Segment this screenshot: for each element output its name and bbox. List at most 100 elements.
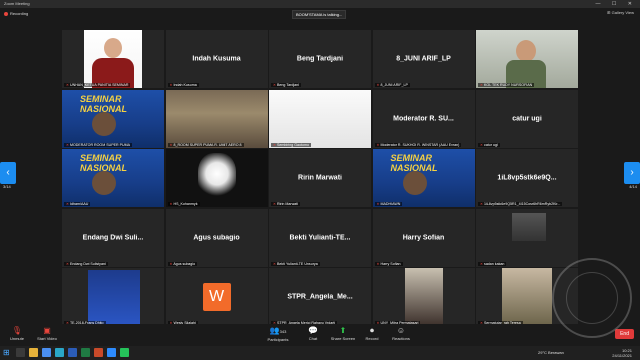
- record-icon: ⏺: [370, 326, 374, 335]
- video-off-icon: ▣: [43, 326, 51, 335]
- mic-muted-icon: ✕: [273, 202, 277, 206]
- edge-icon[interactable]: [55, 348, 64, 357]
- whatsapp-icon[interactable]: [120, 348, 129, 357]
- participant-tile[interactable]: W ✕ Wesly Silalahi: [165, 268, 268, 326]
- gallery-view-button[interactable]: ⊞ Gallery View: [607, 10, 634, 15]
- next-page-button[interactable]: ›: [624, 162, 640, 184]
- participant-display-name: Moderator R. SU...: [393, 115, 454, 122]
- unmute-button[interactable]: 🎙 Unmute: [2, 326, 32, 341]
- mic-muted-icon: ✕: [480, 202, 484, 206]
- participant-name-label: ✕ Indah Kusuma: [167, 83, 199, 87]
- mic-muted-icon: ✕: [376, 83, 380, 87]
- mic-muted-icon: ✕: [169, 202, 173, 206]
- participant-video: [269, 89, 371, 148]
- participant-name-label: ✕ catur ugi: [478, 142, 500, 147]
- participant-name-label: ✕ Endang Dwi Sulistyani: [64, 261, 108, 266]
- participant-tile[interactable]: ✕ sadan kakan: [476, 208, 578, 267]
- participant-tile[interactable]: Bekti Yulianti-TE... ✕ Bekti Yulianti-TE …: [269, 208, 371, 267]
- participant-tile[interactable]: Ririn Marwati ✕ Ririn Marwati: [269, 149, 371, 207]
- seminar-banner-video: SEMINAR NASIONAL: [62, 89, 164, 148]
- participant-name-label: ✕ HS_Kohanmyk: [167, 202, 200, 206]
- seminar-banner-title: SEMINAR NASIONAL: [80, 93, 127, 114]
- participant-grid: ✕ UNHAN_KETUA PANITIA SEMINAR Indah Kusum…: [62, 30, 578, 326]
- participant-tile[interactable]: ✕ UNHAN_KETUA PANITIA SEMINAR: [62, 30, 164, 88]
- participant-display-name: Indah Kusuma: [192, 55, 241, 63]
- record-button[interactable]: ⏺ Record: [357, 326, 387, 341]
- participant-tile[interactable]: ✕ HS_Kohanmyk: [165, 149, 268, 207]
- participant-tile[interactable]: ✕ Sermatutar_rah Teresa: [476, 268, 578, 326]
- windows-start-icon[interactable]: ⊞: [3, 349, 10, 357]
- page-indicator-right: 4/14: [629, 184, 637, 189]
- participant-name-label: ✕ Idham/AAU: [64, 202, 91, 206]
- participant-tile[interactable]: 1iL8vp5stk6e9Q... ✕ 1iL8vp5stk6e9Q5R1_4I1…: [476, 149, 578, 207]
- garuda-emblem-video: [165, 149, 268, 207]
- participant-tile[interactable]: ✕ KOL TEK RUDY NURSOFIAN: [476, 30, 578, 88]
- record-label: Record: [365, 336, 379, 341]
- participant-display-name: catur ugi: [512, 115, 542, 122]
- participant-tile[interactable]: STPR_Angela_Me... ✕ STPR_Angela Merici Ra…: [269, 268, 371, 326]
- reactions-button[interactable]: ☺ Reactions: [386, 326, 416, 341]
- participant-name: sadan kakan: [484, 261, 505, 266]
- participant-tile[interactable]: Moderator R. SU... ✕ Moderator R. SUKHOI …: [372, 89, 475, 148]
- participant-tile[interactable]: ✕ 8_ROOM SUPER PUMA R. UMIT AERO 8: [165, 89, 268, 148]
- participant-name: KOL TEK RUDY NURSOFIAN: [484, 83, 533, 87]
- mic-muted-icon: ✕: [273, 83, 277, 87]
- zoom-icon[interactable]: [107, 348, 116, 357]
- participant-name-label: ✕ UNHAN_KETUA PANITIA SEMINAR: [64, 83, 131, 87]
- participant-video: [512, 212, 546, 241]
- participant-name-label: ✕ Beng Tardjani: [271, 83, 301, 87]
- participant-name: 1iL8vp5stk6e9Q5R1_4I15Cosr6hR6mRyb2Kir..…: [484, 202, 561, 206]
- participant-display-name: 1iL8vp5stk6e9Q...: [497, 174, 557, 182]
- end-meeting-button[interactable]: End: [615, 329, 634, 339]
- participant-video: [502, 268, 552, 326]
- start-video-button[interactable]: ▣ Start Video: [32, 326, 62, 341]
- chevron-right-icon: ›: [630, 167, 634, 178]
- mic-muted-icon: ✕: [273, 261, 277, 266]
- taskbar-apps: [16, 348, 129, 357]
- previous-page-button[interactable]: ‹: [0, 162, 16, 184]
- participant-tile[interactable]: ✕ Sembiring Gaotomo: [269, 89, 371, 148]
- participant-tile[interactable]: 8_JUNI ARIF_LP ✕ 8_JUNI ARIF_LP: [372, 30, 475, 88]
- participant-tile[interactable]: ✕ TE-2018-Frans Dhito: [62, 268, 164, 326]
- participant-name-label: ✕ Agus subagio: [167, 261, 198, 266]
- participant-tile[interactable]: SEMINAR NASIONAL ✕ MADHIAWN: [372, 149, 475, 207]
- participant-tile[interactable]: SEMINAR NASIONAL ✕ MODERATOR ROOM SUPER P…: [62, 89, 164, 148]
- recording-indicator: Recording: [4, 11, 28, 16]
- participant-display-name: Ririn Marwati: [298, 174, 342, 182]
- mic-muted-icon: ✕: [169, 83, 173, 87]
- window-controls[interactable]: — ☐ ✕: [596, 0, 637, 8]
- participant-tile[interactable]: ✕ UNY_Mitra Permatasari: [372, 268, 475, 326]
- participant-tile[interactable]: Beng Tardjani ✕ Beng Tardjani: [269, 30, 371, 88]
- participant-name: Agus subagio: [173, 261, 196, 266]
- mic-muted-icon: ✕: [376, 142, 380, 147]
- participant-video: [404, 268, 443, 326]
- participant-name-label: ✕ MODERATOR ROOM SUPER PUMA: [64, 142, 132, 147]
- powerpoint-icon[interactable]: [94, 348, 103, 357]
- excel-icon[interactable]: [81, 348, 90, 357]
- word-icon[interactable]: [68, 348, 77, 357]
- participants-count: 343: [279, 329, 287, 334]
- file-explorer-icon[interactable]: [29, 348, 38, 357]
- participant-tile[interactable]: Harry Sofian ✕ Harry Sofian: [372, 208, 475, 267]
- participant-display-name: 8_JUNI ARIF_LP: [396, 55, 451, 63]
- participant-name: MADHIAWN: [380, 202, 401, 206]
- reactions-icon: ☺: [396, 326, 406, 335]
- share-screen-button[interactable]: ⬆ Share Screen: [328, 326, 358, 341]
- seminar-banner-title: SEMINAR NASIONAL: [390, 153, 438, 173]
- participant-video: [88, 270, 140, 326]
- participant-tile[interactable]: Agus subagio ✕ Agus subagio: [165, 208, 268, 267]
- participant-tile[interactable]: SEMINAR NASIONAL ✕ Idham/AAU: [62, 149, 164, 207]
- participant-avatar: W: [202, 283, 231, 311]
- participant-tile[interactable]: Indah Kusuma ✕ Indah Kusuma: [165, 30, 268, 88]
- system-clock[interactable]: 10:21 24/11/2021: [612, 348, 632, 358]
- participants-button[interactable]: 👥343 Participants: [263, 326, 293, 342]
- participant-tile[interactable]: Endang Dwi Suli... ✕ Endang Dwi Sulistyan…: [62, 208, 164, 267]
- start-video-label: Start Video: [37, 336, 57, 341]
- chrome-icon[interactable]: [42, 348, 51, 357]
- mic-muted-icon: ✕: [376, 202, 380, 206]
- weather-widget[interactable]: 29°C Berawan: [538, 350, 564, 355]
- chat-button[interactable]: 💬 Chat: [298, 326, 328, 341]
- search-icon[interactable]: [16, 348, 25, 357]
- participant-video: [84, 30, 142, 88]
- participant-tile[interactable]: catur ugi ✕ catur ugi: [476, 89, 578, 148]
